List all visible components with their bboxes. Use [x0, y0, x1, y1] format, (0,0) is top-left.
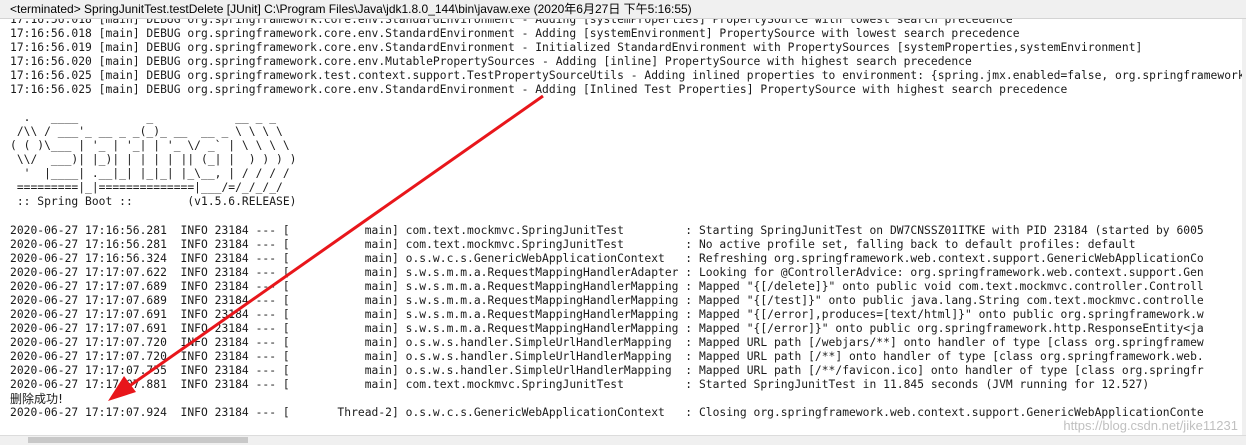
watermark: https://blog.csdn.net/jike11231 — [1063, 418, 1238, 433]
horizontal-scrollbar-thumb[interactable] — [28, 437, 248, 443]
arrow-shaft — [127, 94, 544, 389]
arrow-head — [108, 376, 136, 401]
red-arrow-annotation — [108, 94, 544, 401]
vertical-scrollbar[interactable] — [1242, 19, 1246, 435]
